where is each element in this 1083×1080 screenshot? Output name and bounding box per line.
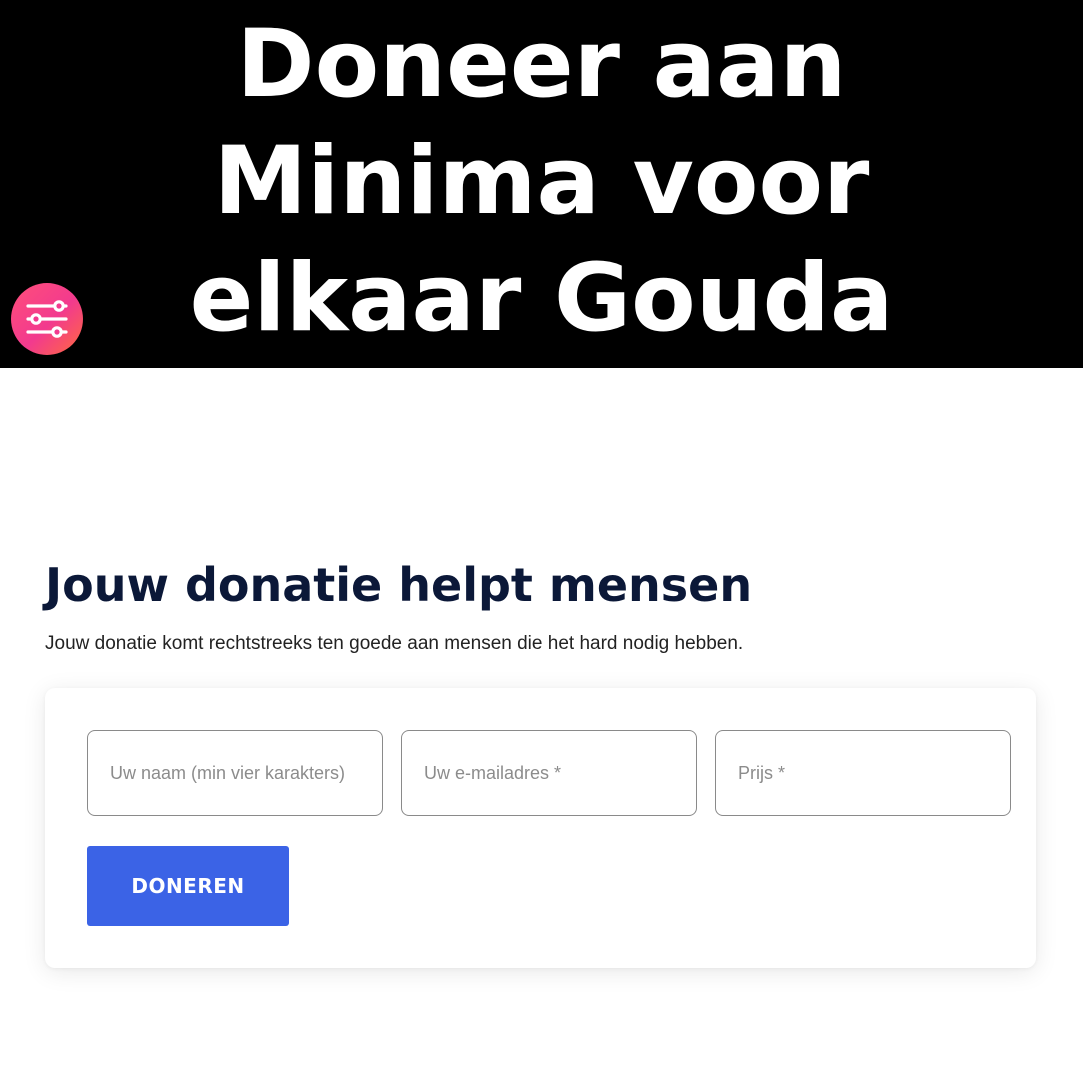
- filter-button[interactable]: [11, 283, 83, 355]
- hero-banner: Doneer aan Minima voor elkaar Gouda: [0, 0, 1083, 368]
- donation-form: DONEREN: [45, 688, 1036, 968]
- donation-heading: Jouw donatie helpt mensen: [45, 558, 753, 612]
- sliders-icon: [26, 300, 68, 338]
- hero-title-line-2: Minima voor: [213, 127, 870, 236]
- price-input[interactable]: [715, 730, 1011, 816]
- name-input[interactable]: [87, 730, 383, 816]
- hero-title-line-3: elkaar Gouda: [189, 244, 894, 353]
- email-input[interactable]: [401, 730, 697, 816]
- hero-title-line-1: Doneer aan: [236, 10, 847, 119]
- donate-button[interactable]: DONEREN: [87, 846, 289, 926]
- hero-title: Doneer aan Minima voor elkaar Gouda: [0, 6, 1083, 357]
- donation-subtext: Jouw donatie komt rechtstreeks ten goede…: [45, 633, 744, 654]
